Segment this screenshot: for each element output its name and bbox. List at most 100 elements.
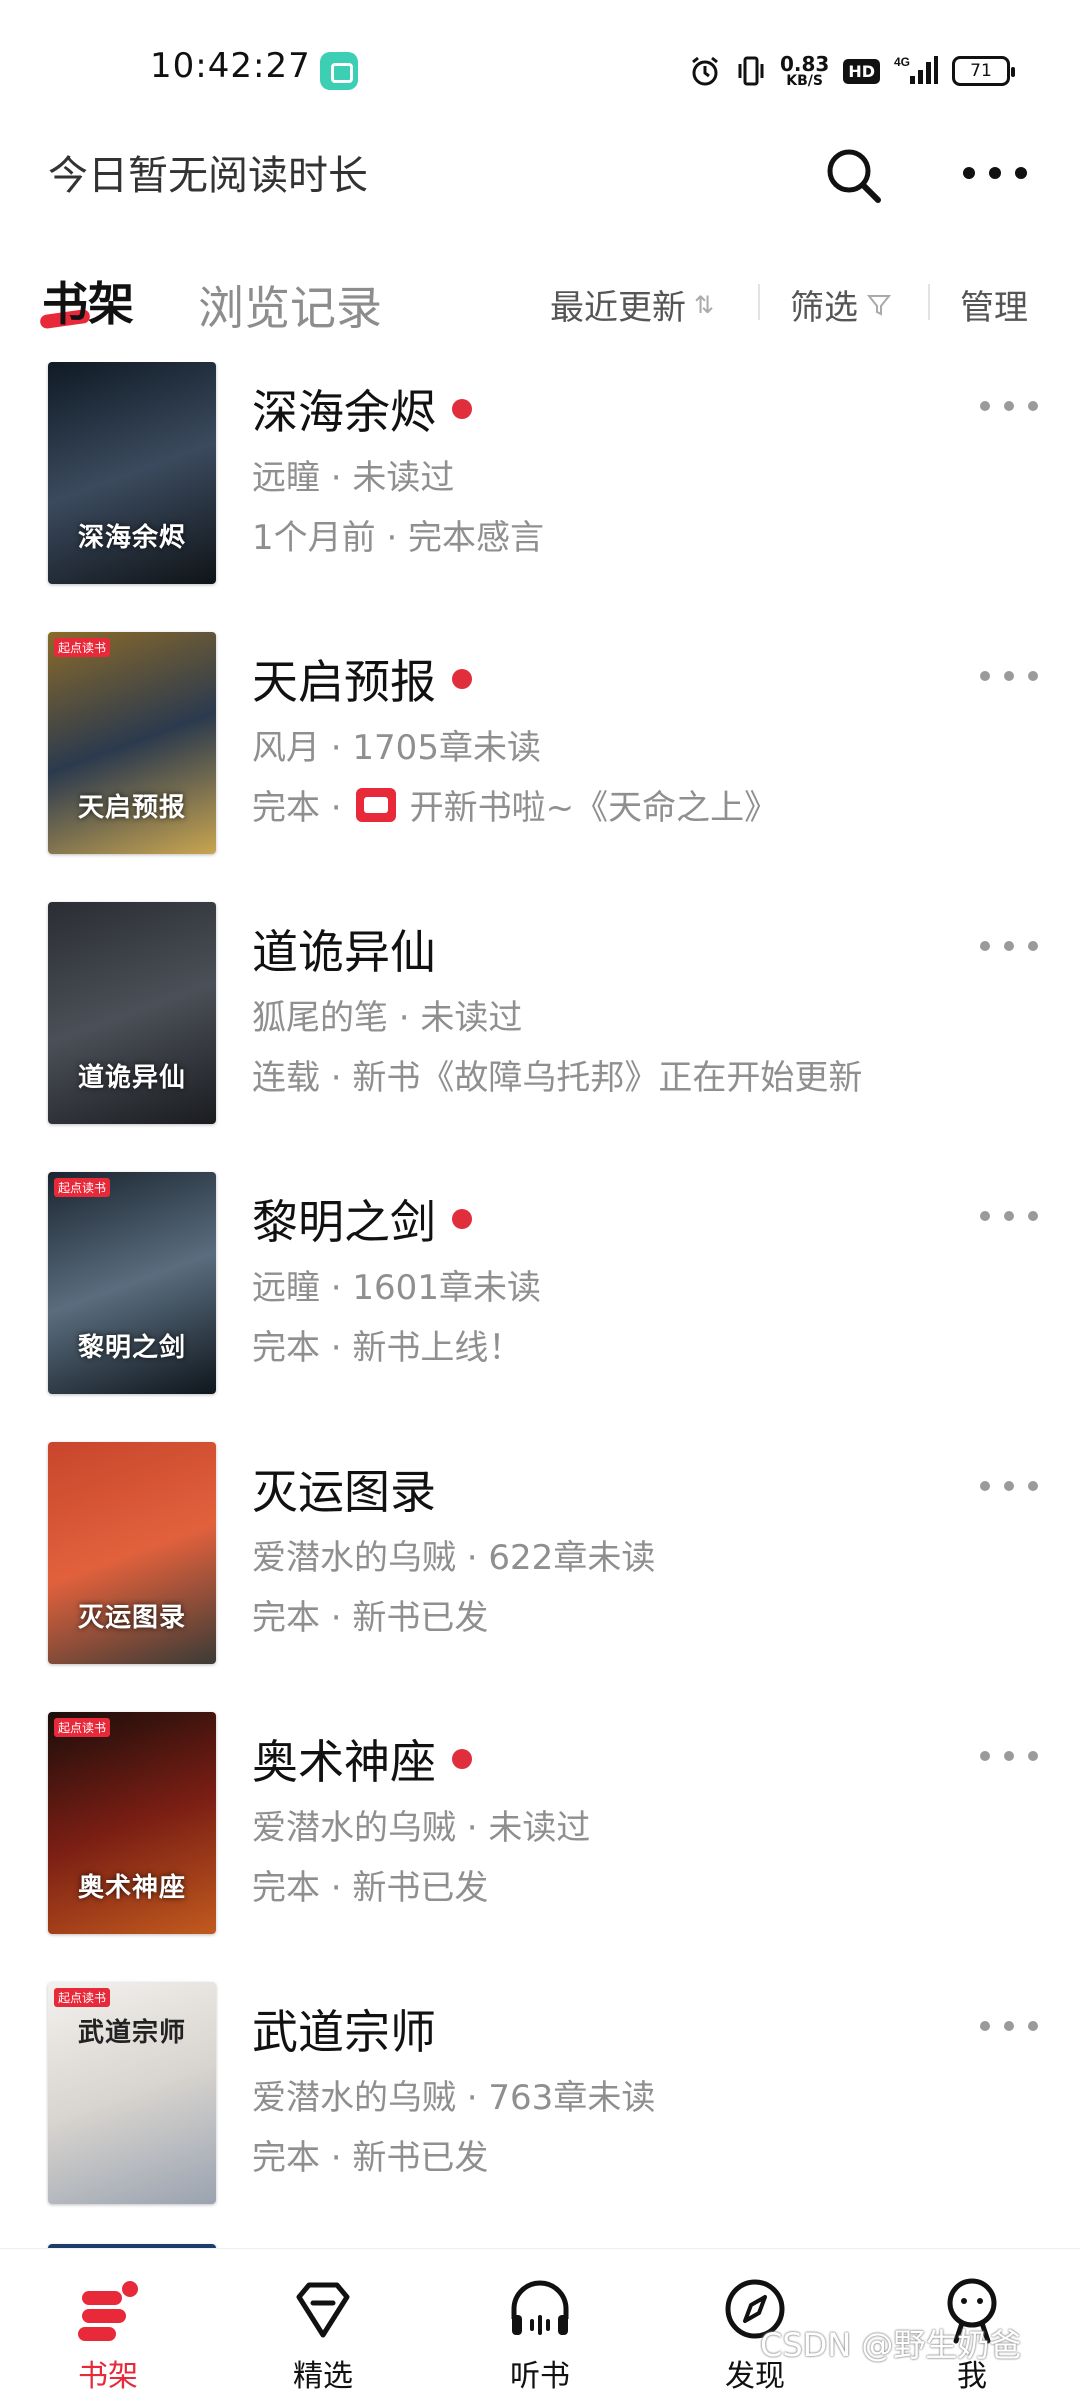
search-button[interactable]: [818, 140, 888, 210]
search-icon: [827, 149, 881, 203]
tab-browse-history[interactable]: 浏览记录: [198, 272, 382, 338]
book-update-text: 连载 · 新书《故障乌托邦》正在开始更新: [252, 1058, 863, 1098]
nav-bookshelf[interactable]: 书架: [38, 2249, 178, 2400]
sort-button[interactable]: 最近更新 ⇅: [550, 280, 714, 329]
divider: [758, 284, 760, 320]
book-title-text: 道诡异仙: [252, 925, 436, 979]
dot: [963, 167, 975, 179]
cover-text: 深海余烬: [77, 523, 186, 553]
signal-icon: 4G: [894, 53, 938, 89]
book-cover[interactable]: 起点读书 奥术神座: [48, 1712, 216, 1934]
net-speed-unit: KB/S: [786, 73, 823, 89]
book-title: 奥术神座: [252, 1726, 472, 1792]
more-menu-button[interactable]: [960, 150, 1030, 196]
nav-featured[interactable]: 精选: [253, 2249, 393, 2400]
book-more-button[interactable]: [980, 2016, 1038, 2036]
book-more-button[interactable]: [980, 396, 1038, 416]
book-title-text: 灭运图录: [252, 1465, 436, 1519]
cover-badge: 起点读书: [54, 1988, 111, 2007]
dot: [1015, 167, 1027, 179]
book-status-update: 1个月前 · 完本感言: [252, 510, 544, 559]
filter-button[interactable]: 筛选: [790, 280, 892, 329]
reading-time-text[interactable]: 今日暂无阅读时长: [48, 143, 368, 201]
vibrate-icon: [736, 53, 766, 89]
nav-label: 听书: [510, 2359, 570, 2394]
book-title: 黎明之剑: [252, 1186, 472, 1252]
cover-badge: 起点读书: [54, 1178, 111, 1197]
book-cover[interactable]: 深海余烬: [48, 362, 216, 584]
book-cover[interactable]: 起点读书黎明之剑: [48, 1172, 216, 1394]
svg-text:4G: 4G: [894, 55, 910, 69]
book-update-text: 完本 · 新书已发: [252, 1868, 489, 1908]
battery-indicator: 71: [952, 56, 1015, 86]
book-author-progress: 爱潜水的乌贼 · 622章未读: [252, 1538, 656, 1578]
update-dot: [452, 1749, 472, 1769]
book-author-progress: 狐尾的笔 · 未读过: [252, 998, 523, 1038]
book-item[interactable]: 起点读书 天启预报 天启预报 风月 · 1705章未读 完本 · 开新书啦~《天命…: [0, 632, 1080, 902]
notification-app-icon: [320, 52, 358, 90]
book-update-text: 完本 · 新书上线！: [252, 1328, 523, 1368]
book-title-text: 奥术神座: [252, 1735, 436, 1789]
book-status-text: 完本 ·: [252, 788, 342, 828]
status-time: 10:42:27: [150, 46, 311, 86]
update-dot: [452, 669, 472, 689]
book-more-button[interactable]: [980, 936, 1038, 956]
book-item[interactable]: 起点读书 奥术神座 奥术神座 爱潜水的乌贼 · 未读过 完本 · 新书已发: [0, 1712, 1080, 1982]
nav-label: 书架: [78, 2359, 138, 2394]
filter-label: 筛选: [790, 288, 858, 328]
book-status-update: 完本 · 新书上线！: [252, 1320, 522, 1369]
hd-badge: HD: [843, 58, 880, 84]
book-list[interactable]: 深海余烬 深海余烬 远瞳 · 未读过 1个月前 · 完本感言 起点读书 天启预报 …: [0, 362, 1080, 2248]
manage-button[interactable]: 管理: [960, 280, 1028, 329]
status-bar: 10:42:27 0.83 KB/S HD 4G 71: [0, 0, 1080, 140]
book-title-text: 天启预报: [252, 655, 436, 709]
book-update-text: 完本 · 新书已发: [252, 2138, 489, 2178]
dot: [989, 167, 1001, 179]
book-title: 灭运图录: [252, 1456, 436, 1522]
book-author-progress: 远瞳 · 未读过: [252, 458, 455, 498]
filter-funnel-icon: [866, 294, 892, 316]
book-status-update: 完本 · 新书已发: [252, 1860, 488, 1909]
book-cover[interactable]: 道诡异仙: [48, 902, 216, 1124]
cover-text: 黎明之剑: [77, 1333, 186, 1363]
book-more-button[interactable]: [980, 1476, 1038, 1496]
sort-arrows-icon: ⇅: [694, 290, 715, 319]
book-update-text: 开新书啦~《天命之上》: [409, 788, 779, 828]
battery-level: 71: [970, 61, 992, 81]
book-author-progress: 爱潜水的乌贼 · 未读过: [252, 1808, 591, 1848]
cover-text: 奥术神座: [77, 1873, 186, 1903]
book-more-button[interactable]: [980, 666, 1038, 686]
book-author-progress: 远瞳 · 1601章未读: [252, 1268, 541, 1308]
divider: [928, 284, 930, 320]
nav-label: 精选: [293, 2359, 353, 2394]
tab-bookshelf[interactable]: 书架: [42, 268, 134, 334]
gem-icon: [287, 2273, 359, 2345]
book-item[interactable]: 起点读书 武道宗师 武道宗师 爱潜水的乌贼 · 763章未读 完本 · 新书已发: [0, 1982, 1080, 2248]
book-title: 武道宗师: [252, 1996, 436, 2062]
book-item[interactable]: 起点读书 黎明之剑 黎明之剑 远瞳 · 1601章未读 完本 · 新书上线！: [0, 1172, 1080, 1442]
net-speed-value: 0.83: [779, 52, 830, 76]
book-cover[interactable]: 灭运图录: [48, 1442, 216, 1664]
update-dot: [452, 399, 472, 419]
book-more-button[interactable]: [980, 1206, 1038, 1226]
book-item[interactable]: 灭运图录 灭运图录 爱潜水的乌贼 · 622章未读 完本 · 新书已发: [0, 1442, 1080, 1712]
book-title: 深海余烬: [252, 376, 472, 442]
book-cover[interactable]: 起点读书 武道宗师: [48, 1982, 216, 2204]
book-update-text: 完本 · 新书已发: [252, 1598, 489, 1638]
book-author-progress: 风月 · 1705章未读: [252, 728, 541, 768]
book-title: 道诡异仙: [252, 916, 436, 982]
cover-text: 灭运图录: [77, 1603, 186, 1633]
book-update-text: 1个月前 · 完本感言: [252, 518, 545, 558]
shelf-tab-row: [0, 260, 1080, 360]
book-title-text: 深海余烬: [252, 385, 436, 439]
headphones-icon: [504, 2273, 576, 2345]
watermark-text: CSDN @野生奶爸: [760, 2326, 1022, 2364]
book-title: 天启预报: [252, 646, 472, 712]
book-status-update: 完本 · 新书已发: [252, 1590, 488, 1639]
book-cover[interactable]: 起点读书 天启预报: [48, 632, 216, 854]
book-item[interactable]: 道诡异仙 道诡异仙 狐尾的笔 · 未读过 连载 · 新书《故障乌托邦》正在开始更…: [0, 902, 1080, 1172]
status-icons: 0.83 KB/S HD 4G 71: [688, 46, 1015, 96]
book-item[interactable]: 深海余烬 深海余烬 远瞳 · 未读过 1个月前 · 完本感言: [0, 362, 1080, 632]
nav-audiobook[interactable]: 听书: [470, 2249, 610, 2400]
book-more-button[interactable]: [980, 1746, 1038, 1766]
